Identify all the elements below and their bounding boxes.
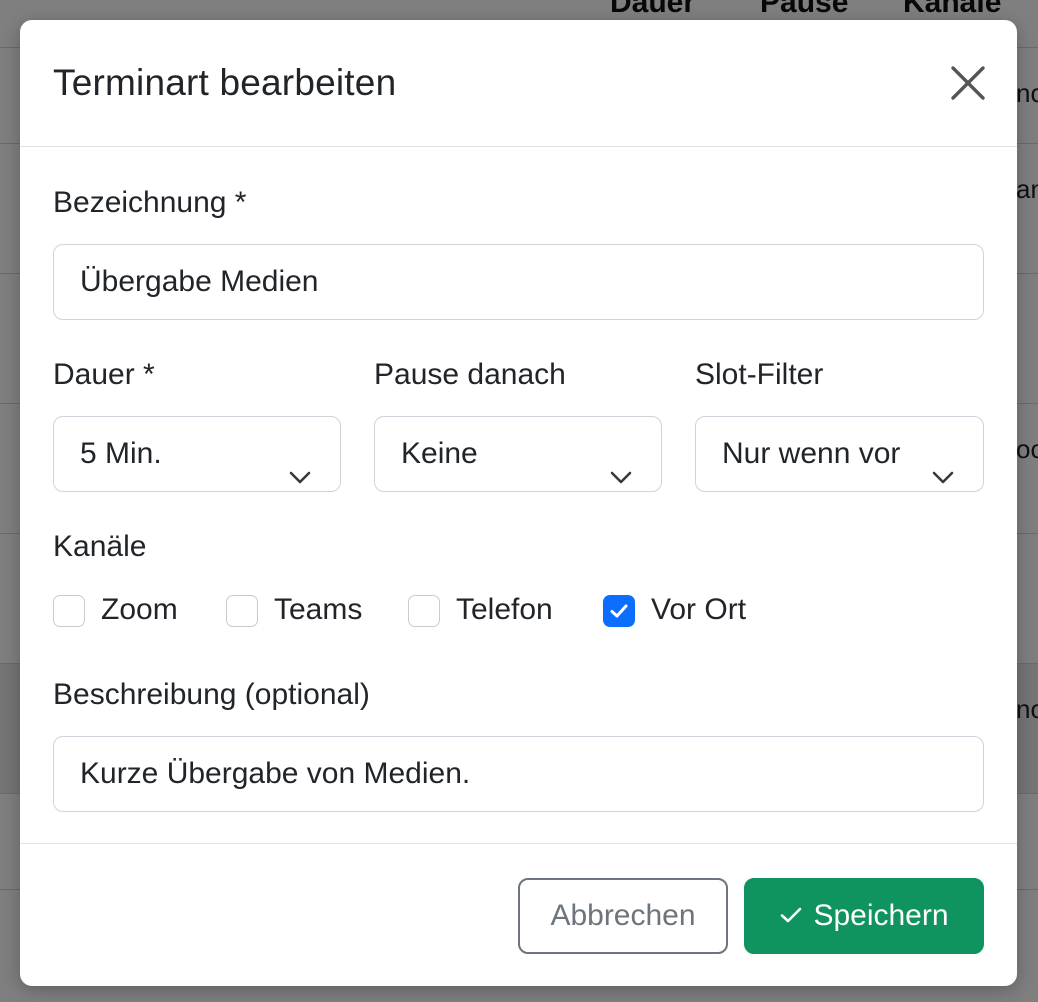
duration-select-value: 5 Min. bbox=[80, 437, 162, 470]
telefon-checkbox-label[interactable]: Telefon bbox=[456, 593, 553, 627]
chevron-down-icon bbox=[609, 443, 633, 484]
pause-label: Pause danach bbox=[374, 358, 566, 391]
pause-select-value: Keine bbox=[401, 437, 478, 470]
save-button-label: Speichern bbox=[813, 899, 949, 932]
slot-filter-select[interactable]: Nur wenn vor bbox=[695, 416, 984, 492]
name-label: Bezeichnung * bbox=[53, 186, 247, 219]
cancel-button[interactable]: Abbrechen bbox=[518, 878, 728, 954]
modal-header: Terminart bearbeiten bbox=[20, 20, 1017, 147]
telefon-checkbox[interactable] bbox=[408, 595, 440, 627]
chevron-down-icon bbox=[931, 443, 955, 484]
duration-select[interactable]: 5 Min. bbox=[53, 416, 341, 492]
close-button[interactable] bbox=[945, 60, 991, 106]
channels-label: Kanäle bbox=[53, 530, 147, 563]
check-icon bbox=[779, 882, 803, 923]
slot-filter-select-value: Nur wenn vor bbox=[722, 437, 901, 470]
modal-footer: Abbrechen Speichern bbox=[20, 843, 1017, 986]
slot-filter-label: Slot-Filter bbox=[695, 358, 824, 391]
vor-ort-checkbox-label[interactable]: Vor Ort bbox=[651, 593, 746, 627]
description-input[interactable]: Kurze Übergabe von Medien. bbox=[53, 736, 984, 812]
modal-title: Terminart bearbeiten bbox=[53, 62, 397, 103]
close-icon bbox=[951, 66, 985, 100]
edit-appointment-type-modal: Terminart bearbeiten Bezeichnung * Überg… bbox=[20, 20, 1017, 986]
teams-checkbox[interactable] bbox=[226, 595, 258, 627]
zoom-checkbox[interactable] bbox=[53, 595, 85, 627]
zoom-checkbox-label[interactable]: Zoom bbox=[101, 593, 178, 627]
description-label: Beschreibung (optional) bbox=[53, 678, 370, 711]
name-input[interactable]: Übergabe Medien bbox=[53, 244, 984, 320]
chevron-down-icon bbox=[288, 443, 312, 484]
save-button[interactable]: Speichern bbox=[744, 878, 984, 954]
vor-ort-checkbox[interactable] bbox=[603, 595, 635, 627]
teams-checkbox-label[interactable]: Teams bbox=[274, 593, 362, 627]
check-icon bbox=[610, 604, 628, 618]
pause-select[interactable]: Keine bbox=[374, 416, 662, 492]
duration-label: Dauer * bbox=[53, 358, 155, 391]
